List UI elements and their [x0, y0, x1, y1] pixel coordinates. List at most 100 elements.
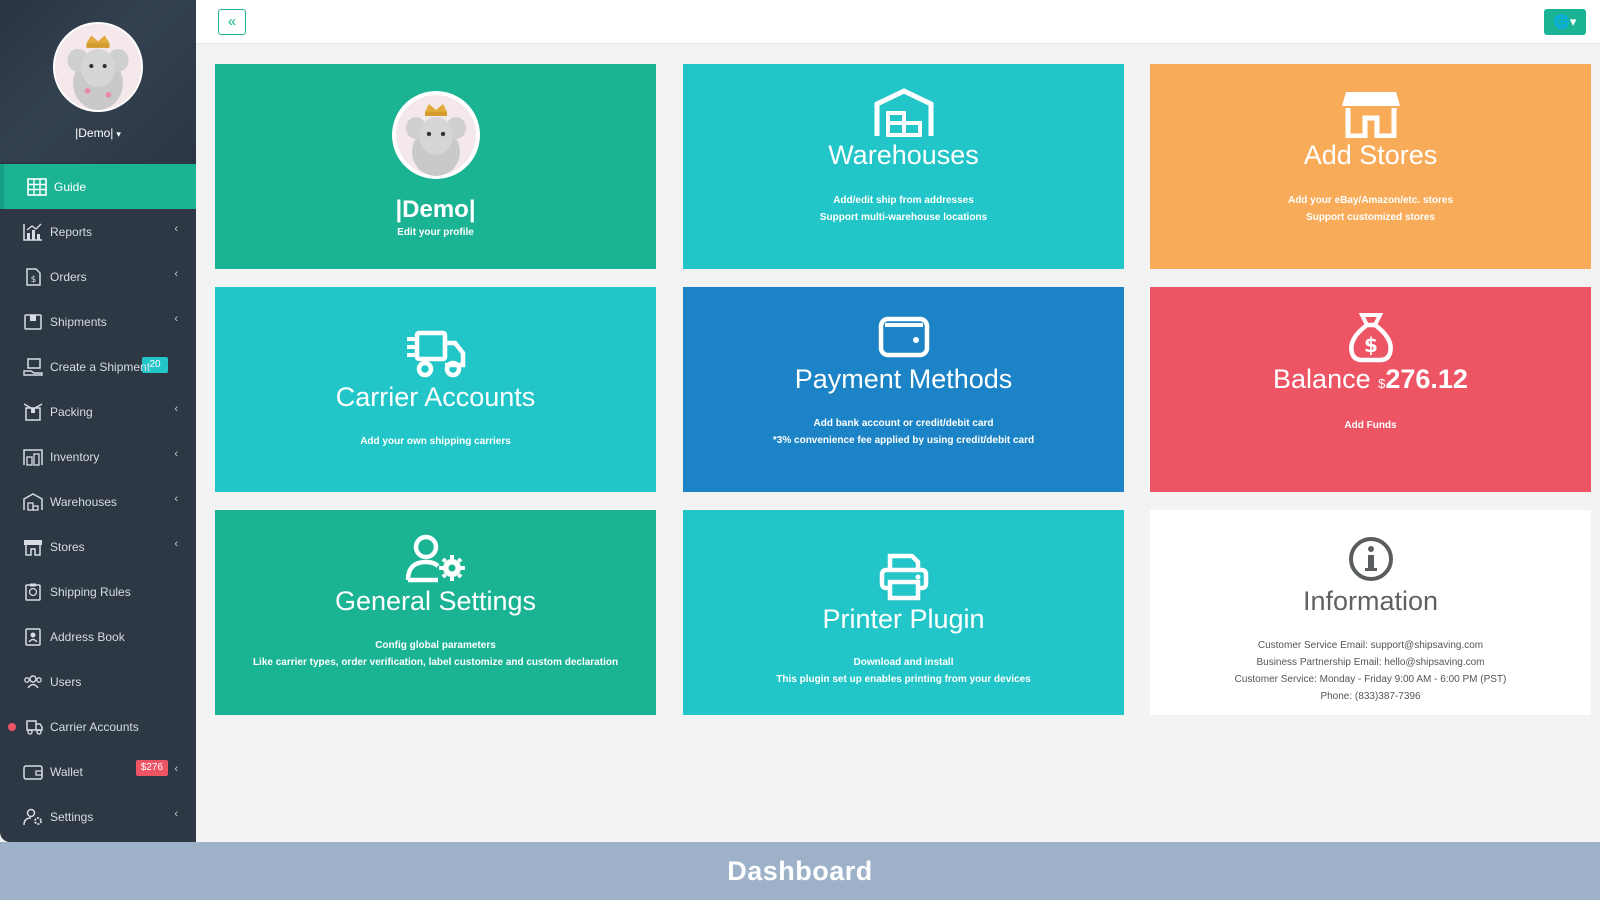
- warehouses-subtitle-2: Support multi-warehouse locations: [819, 212, 988, 223]
- chevron-left-icon: ‹: [174, 313, 178, 325]
- sidebar-item-warehouses[interactable]: Warehouses ‹: [0, 479, 196, 524]
- add-funds-link[interactable]: Add Funds: [1150, 417, 1591, 434]
- partnership-email-text: Business Partnership Email: hello@shipsa…: [1256, 657, 1485, 668]
- profile-subtitle: Edit your profile: [397, 227, 474, 238]
- svg-text:$: $: [1364, 333, 1378, 357]
- address-book-icon: [22, 627, 44, 647]
- sidebar-item-stores[interactable]: Stores ‹: [0, 524, 196, 569]
- general-settings-subtitle-2: Like carrier types, order verification, …: [252, 657, 619, 668]
- invoice-icon: $: [22, 267, 44, 287]
- payment-methods-subtitle-1: Add bank account or credit/debit card: [813, 418, 994, 429]
- warehouses-title: Warehouses: [828, 140, 979, 170]
- warehouses-subtitle-1: Add/edit ship from addresses: [833, 195, 974, 206]
- general-settings-title: General Settings: [334, 586, 537, 616]
- store-icon: [22, 537, 44, 557]
- sidebar-menu: Guide Reports ‹ $ Orders 20 ‹ Shipments …: [0, 164, 196, 839]
- sidebar-item-packing[interactable]: Packing ‹: [0, 389, 196, 434]
- truck-icon: [22, 717, 44, 737]
- service-hours-text: Customer Service: Monday - Friday 9:00 A…: [1234, 674, 1507, 685]
- sidebar-item-shipments[interactable]: Shipments ‹: [0, 299, 196, 344]
- packing-icon: [22, 402, 44, 422]
- caption-text: Dashboard: [727, 856, 873, 886]
- printer-plugin-title: Printer Plugin: [822, 604, 985, 634]
- information-card: Information Customer Service Email: supp…: [1150, 510, 1591, 715]
- information-title: Information: [1302, 586, 1439, 616]
- avatar-image: [55, 24, 141, 110]
- sidebar-item-wallet[interactable]: Wallet $276 ‹: [0, 749, 196, 794]
- balance-title: Balance $276.12: [1150, 364, 1591, 395]
- store-icon: [1150, 88, 1591, 138]
- balance-label: Balance: [1273, 364, 1371, 394]
- chevron-left-icon: ‹: [174, 808, 178, 820]
- inventory-icon: [22, 447, 44, 467]
- sidebar-item-label: Shipping Rules: [50, 584, 131, 599]
- truck-icon: [215, 327, 656, 379]
- sidebar-item-label: Settings: [50, 809, 94, 824]
- chevron-left-icon: ‹: [174, 223, 178, 235]
- chevron-left-icon: ‹: [174, 493, 178, 505]
- users-icon: [22, 672, 44, 692]
- sidebar-item-create-shipment[interactable]: Create a Shipment: [0, 344, 196, 389]
- language-dropdown-button[interactable]: 🌐▾: [1544, 9, 1586, 35]
- sidebar-item-label: Guide: [54, 179, 87, 194]
- profile-section: |Demo| ▾: [0, 0, 196, 162]
- sidebar-item-guide[interactable]: Guide: [0, 164, 196, 209]
- add-stores-card[interactable]: Add Stores Add your eBay/Amazon/etc. sto…: [1150, 64, 1591, 269]
- sidebar-item-label: Inventory: [50, 449, 100, 464]
- notification-dot: [8, 723, 16, 731]
- warehouse-icon: [22, 492, 44, 512]
- wallet-icon: [22, 762, 44, 782]
- add-stores-title: Add Stores: [1303, 140, 1438, 170]
- printer-plugin-subtitle-2: This plugin set up enables printing from…: [776, 674, 1031, 685]
- caret-down-icon: ▾: [116, 129, 121, 139]
- sidebar-item-reports[interactable]: Reports ‹: [0, 209, 196, 254]
- sidebar-item-label: Shipments: [50, 314, 107, 329]
- avatar[interactable]: [53, 22, 143, 112]
- sidebar-item-label: Orders: [50, 269, 87, 284]
- user-menu[interactable]: |Demo| ▾: [0, 126, 196, 140]
- sidebar-item-label: Warehouses: [50, 494, 117, 509]
- sidebar-item-orders[interactable]: $ Orders 20 ‹: [0, 254, 196, 373]
- payment-methods-title: Payment Methods: [794, 364, 1013, 394]
- grid-icon: [26, 177, 48, 197]
- wallet-icon: [683, 313, 1124, 359]
- avatar-image: [391, 91, 480, 179]
- carrier-accounts-card[interactable]: Carrier Accounts Add your own shipping c…: [215, 287, 656, 492]
- phone-text: Phone: (833)387-7396: [1320, 691, 1421, 702]
- general-settings-card[interactable]: General Settings Config global parameter…: [215, 510, 656, 715]
- wallet-balance-badge: $276: [135, 760, 168, 776]
- sidebar-item-inventory[interactable]: Inventory ‹: [0, 434, 196, 479]
- carrier-accounts-title: Carrier Accounts: [335, 382, 536, 412]
- sidebar-item-label: Address Book: [50, 629, 125, 644]
- chevron-left-icon: ‹: [174, 268, 178, 280]
- printer-plugin-card[interactable]: Printer Plugin Download and install This…: [683, 510, 1124, 715]
- money-bag-icon: $: [1150, 311, 1591, 363]
- rules-icon: [22, 582, 44, 602]
- sidebar-item-label: Users: [50, 674, 82, 689]
- warehouses-card[interactable]: Warehouses Add/edit ship from addresses …: [683, 64, 1124, 269]
- printer-plugin-subtitle-1: Download and install: [853, 657, 954, 668]
- sidebar-item-label: Carrier Accounts: [50, 719, 139, 734]
- profile-avatar: [215, 90, 656, 180]
- payment-methods-subtitle-2: *3% convenience fee applied by using cre…: [772, 435, 1035, 446]
- sidebar-item-shipping-rules[interactable]: Shipping Rules: [0, 569, 196, 614]
- collapse-sidebar-button[interactable]: «: [218, 9, 246, 35]
- user-name: |Demo|: [75, 126, 114, 140]
- warehouse-icon: [683, 88, 1124, 138]
- sidebar-item-label: Wallet: [50, 764, 83, 779]
- balance-card[interactable]: $ Balance $276.12 Add Funds: [1150, 287, 1591, 492]
- sidebar-item-carrier-accounts[interactable]: Carrier Accounts: [0, 704, 196, 749]
- printer-icon: [683, 552, 1124, 602]
- sidebar-item-users[interactable]: Users: [0, 659, 196, 704]
- chart-icon: [22, 222, 44, 242]
- sidebar-item-address-book[interactable]: Address Book: [0, 614, 196, 659]
- support-email-text: Customer Service Email: support@shipsavi…: [1257, 640, 1484, 651]
- user-gear-icon: [215, 534, 656, 584]
- caption-band: Dashboard: [0, 842, 1600, 900]
- payment-methods-card[interactable]: Payment Methods Add bank account or cred…: [683, 287, 1124, 492]
- profile-card[interactable]: |Demo| Edit your profile: [215, 64, 656, 269]
- sidebar-item-label: Create a Shipment: [50, 359, 151, 374]
- sidebar-item-settings[interactable]: Settings ‹: [0, 794, 196, 839]
- chevron-left-icon: ‹: [174, 403, 178, 415]
- sidebar-item-label: Packing: [50, 404, 93, 419]
